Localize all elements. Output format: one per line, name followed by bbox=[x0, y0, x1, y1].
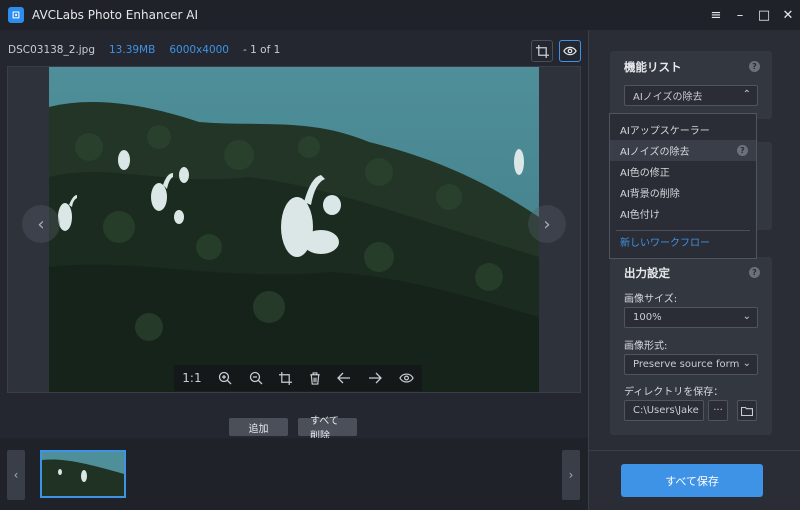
thumbnail[interactable] bbox=[40, 450, 126, 498]
feature-dropdown: AIアップスケーラー AIノイズの除去 ? AI色の修正 AI背景の削除 AI色… bbox=[609, 113, 757, 259]
help-icon[interactable]: ? bbox=[749, 267, 760, 278]
open-folder-button[interactable] bbox=[737, 400, 757, 421]
image-size-value: 100% bbox=[633, 312, 662, 323]
file-info: DSC03138_2.jpg 13.39MB 6000x4000 - 1 of … bbox=[8, 44, 280, 56]
dropdown-item-bg-remove[interactable]: AI背景の削除 bbox=[610, 182, 756, 203]
dropdown-item-upscaler[interactable]: AIアップスケーラー bbox=[610, 119, 756, 140]
zoom-in-icon[interactable] bbox=[218, 371, 232, 385]
app-logo-icon: ⊡ bbox=[8, 7, 24, 23]
strip-prev-button[interactable]: ‹ bbox=[7, 450, 25, 500]
image-format-select[interactable]: Preserve source format ⌄ bbox=[624, 354, 758, 375]
file-actions: 追加 すべて削除 bbox=[229, 416, 357, 442]
arrow-left-icon[interactable] bbox=[337, 372, 351, 384]
maximize-button[interactable]: □ bbox=[752, 0, 776, 30]
actual-size-button[interactable]: 1:1 bbox=[182, 371, 201, 385]
help-icon[interactable]: ? bbox=[737, 145, 748, 156]
preview-toggle-button[interactable] bbox=[559, 40, 581, 62]
file-resolution: 6000x4000 bbox=[169, 44, 229, 56]
output-settings-title: 出力設定 bbox=[624, 266, 670, 280]
app-title: AVCLabs Photo Enhancer AI bbox=[32, 8, 199, 22]
egrets-photo bbox=[49, 67, 539, 392]
file-count: - 1 of 1 bbox=[243, 44, 281, 56]
crop-icon bbox=[535, 44, 549, 58]
next-image-button[interactable]: › bbox=[528, 205, 566, 243]
new-workflow-link[interactable]: 新しいワークフロー bbox=[610, 231, 756, 252]
trash-icon[interactable] bbox=[309, 371, 321, 385]
thumbnail-strip: ‹ › bbox=[0, 438, 588, 510]
chevron-right-icon: › bbox=[543, 213, 551, 235]
ellipsis-icon: ··· bbox=[713, 405, 723, 416]
save-directory-value: C:\Users\Jake bbox=[633, 405, 699, 416]
close-button[interactable]: ✕ bbox=[776, 0, 800, 30]
compare-eye-icon[interactable] bbox=[398, 373, 414, 383]
chevron-left-icon: ‹ bbox=[13, 468, 19, 482]
image-toolbar: 1:1 bbox=[174, 365, 422, 391]
save-all-button[interactable]: すべて保存 bbox=[621, 464, 763, 497]
image-size-label: 画像サイズ: bbox=[624, 294, 678, 305]
settings-panel: 機能リスト ? AIノイズの除去 ⌃ 出力設定 ? 画像サイズ: 100% ⌄ … bbox=[588, 30, 800, 510]
image-viewer: ‹ › 1:1 bbox=[7, 66, 581, 393]
arrow-right-icon[interactable] bbox=[368, 372, 382, 384]
chevron-down-icon: ⌄ bbox=[739, 358, 751, 369]
prev-image-button[interactable]: ‹ bbox=[22, 205, 60, 243]
panel-divider bbox=[589, 450, 800, 451]
image-size-select[interactable]: 100% ⌄ bbox=[624, 307, 758, 328]
crop-tool-icon[interactable] bbox=[279, 371, 293, 385]
dropdown-item-colorize[interactable]: AI色付け bbox=[610, 203, 756, 224]
save-directory-label: ディレクトリを保存： bbox=[624, 387, 724, 398]
folder-icon bbox=[741, 406, 753, 416]
chevron-down-icon: ⌄ bbox=[742, 311, 751, 322]
feature-select-value: AIノイズの除去 bbox=[633, 92, 703, 103]
minimize-button[interactable]: – bbox=[728, 0, 752, 30]
eye-icon bbox=[563, 46, 577, 56]
dropdown-item-denoise[interactable]: AIノイズの除去 ? bbox=[610, 140, 756, 161]
file-name: DSC03138_2.jpg bbox=[8, 44, 95, 56]
chevron-left-icon: ‹ bbox=[37, 213, 45, 235]
chevron-right-icon: › bbox=[568, 468, 574, 482]
file-size: 13.39MB bbox=[109, 44, 156, 56]
image-format-label: 画像形式: bbox=[624, 341, 668, 352]
photo bbox=[49, 67, 539, 392]
zoom-out-icon[interactable] bbox=[249, 371, 263, 385]
crop-button[interactable] bbox=[531, 40, 553, 62]
strip-next-button[interactable]: › bbox=[562, 450, 580, 500]
delete-all-button[interactable]: すべて削除 bbox=[298, 416, 357, 442]
window-controls: ≡ – □ ✕ bbox=[704, 0, 800, 30]
feature-list-title: 機能リスト bbox=[624, 60, 682, 74]
save-directory-input[interactable]: C:\Users\Jake bbox=[624, 400, 704, 421]
more-options-button[interactable]: ··· bbox=[708, 400, 728, 421]
preview-area: DSC03138_2.jpg 13.39MB 6000x4000 - 1 of … bbox=[0, 30, 588, 510]
title-bar: ⊡ AVCLabs Photo Enhancer AI ≡ – □ ✕ bbox=[0, 0, 800, 30]
image-format-value: Preserve source format bbox=[633, 359, 750, 370]
add-button[interactable]: 追加 bbox=[229, 418, 288, 436]
help-icon[interactable]: ? bbox=[749, 61, 760, 72]
feature-select[interactable]: AIノイズの除去 ⌃ bbox=[624, 85, 758, 106]
output-settings-card: 出力設定 ? 画像サイズ: 100% ⌄ 画像形式: Preserve sour… bbox=[610, 257, 772, 435]
chevron-up-icon: ⌃ bbox=[742, 89, 751, 100]
thumbnail-image bbox=[42, 452, 124, 496]
dropdown-item-color-correct[interactable]: AI色の修正 bbox=[610, 161, 756, 182]
feature-list-card: 機能リスト ? AIノイズの除去 ⌃ bbox=[610, 51, 772, 119]
menu-button[interactable]: ≡ bbox=[704, 0, 728, 30]
dropdown-item-label: AIノイズの除去 bbox=[620, 147, 690, 158]
